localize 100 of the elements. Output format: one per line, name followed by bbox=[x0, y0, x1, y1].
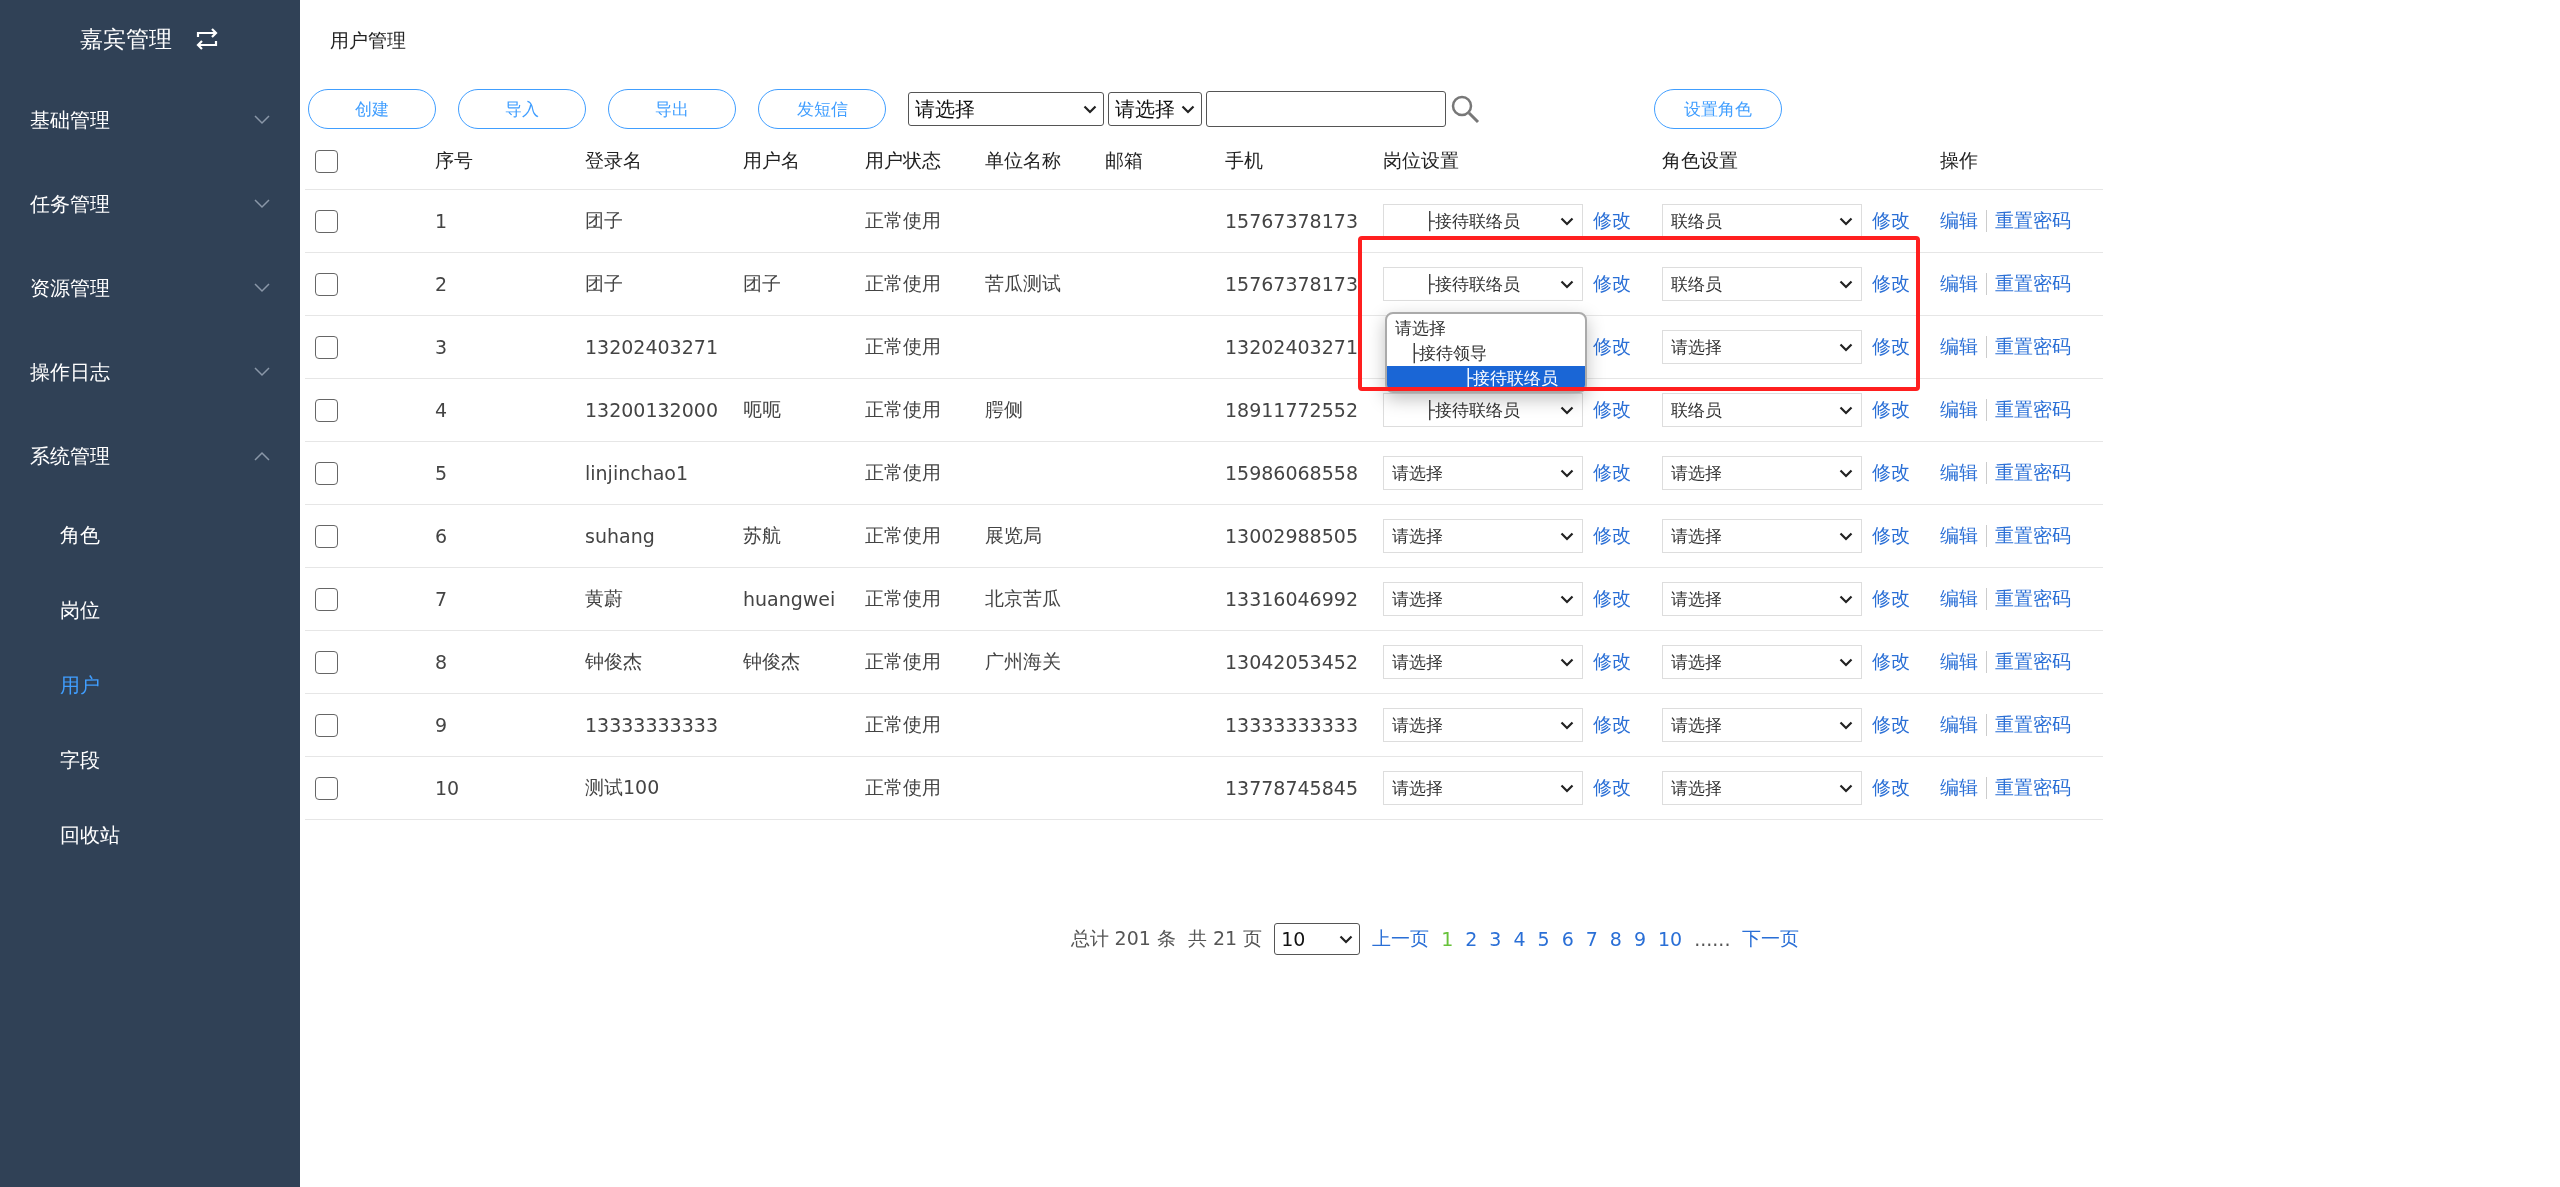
edit-link[interactable]: 编辑 bbox=[1940, 397, 1978, 423]
reset-password-link[interactable]: 重置密码 bbox=[1995, 712, 2071, 738]
row-checkbox[interactable] bbox=[315, 209, 338, 233]
prev-page-link[interactable]: 上一页 bbox=[1372, 926, 1430, 952]
row-checkbox[interactable] bbox=[315, 335, 338, 359]
modify-link[interactable]: 修改 bbox=[1872, 208, 1910, 234]
post-select[interactable]: 请选择 bbox=[1383, 645, 1583, 679]
reset-password-link[interactable]: 重置密码 bbox=[1995, 460, 2071, 486]
page-link[interactable]: 5 bbox=[1537, 928, 1550, 950]
role-select[interactable]: 请选择 bbox=[1662, 771, 1862, 805]
modify-link[interactable]: 修改 bbox=[1593, 586, 1631, 612]
menu-item[interactable]: 任务管理 bbox=[0, 162, 300, 246]
modify-link[interactable]: 修改 bbox=[1593, 649, 1631, 675]
search-icon[interactable] bbox=[1450, 94, 1480, 124]
row-checkbox[interactable] bbox=[315, 272, 338, 296]
post-select[interactable]: ├接待联络员 bbox=[1383, 393, 1583, 427]
edit-link[interactable]: 编辑 bbox=[1940, 271, 1978, 297]
modify-link[interactable]: 修改 bbox=[1872, 523, 1910, 549]
post-select[interactable]: 请选择 bbox=[1383, 519, 1583, 553]
modify-link[interactable]: 修改 bbox=[1872, 334, 1910, 360]
edit-link[interactable]: 编辑 bbox=[1940, 712, 1978, 738]
modify-link[interactable]: 修改 bbox=[1593, 334, 1631, 360]
modify-link[interactable]: 修改 bbox=[1593, 712, 1631, 738]
role-select[interactable]: 联络员 bbox=[1662, 267, 1862, 301]
page-link[interactable]: 4 bbox=[1513, 928, 1526, 950]
dropdown-option[interactable]: ├接待领导 bbox=[1387, 341, 1585, 366]
edit-link[interactable]: 编辑 bbox=[1940, 208, 1978, 234]
role-select[interactable]: 联络员 bbox=[1662, 393, 1862, 427]
post-select[interactable]: 请选择 bbox=[1383, 456, 1583, 490]
row-checkbox[interactable] bbox=[315, 650, 338, 674]
page-link[interactable]: 3 bbox=[1489, 928, 1502, 950]
set-role-button[interactable]: 设置角色 bbox=[1654, 89, 1782, 129]
page-link[interactable]: 7 bbox=[1585, 928, 1598, 950]
page-size-select[interactable]: 10 bbox=[1274, 923, 1361, 955]
reset-password-link[interactable]: 重置密码 bbox=[1995, 775, 2071, 801]
row-checkbox[interactable] bbox=[315, 461, 338, 485]
role-select[interactable]: 请选择 bbox=[1662, 456, 1862, 490]
reset-password-link[interactable]: 重置密码 bbox=[1995, 271, 2071, 297]
select-all-checkbox[interactable] bbox=[315, 149, 338, 173]
reset-password-link[interactable]: 重置密码 bbox=[1995, 208, 2071, 234]
modify-link[interactable]: 修改 bbox=[1593, 208, 1631, 234]
modify-link[interactable]: 修改 bbox=[1593, 775, 1631, 801]
submenu-item[interactable]: 岗位 bbox=[0, 573, 300, 648]
row-checkbox[interactable] bbox=[315, 398, 338, 422]
modify-link[interactable]: 修改 bbox=[1872, 460, 1910, 486]
role-select[interactable]: 请选择 bbox=[1662, 645, 1862, 679]
reset-password-link[interactable]: 重置密码 bbox=[1995, 334, 2071, 360]
next-page-link[interactable]: 下一页 bbox=[1742, 926, 1800, 952]
modify-link[interactable]: 修改 bbox=[1872, 397, 1910, 423]
post-select[interactable]: 请选择 bbox=[1383, 771, 1583, 805]
page-link[interactable]: 8 bbox=[1609, 928, 1622, 950]
menu-item[interactable]: 资源管理 bbox=[0, 246, 300, 330]
row-checkbox[interactable] bbox=[315, 713, 338, 737]
post-select[interactable]: 请选择 bbox=[1383, 708, 1583, 742]
toolbar-button[interactable]: 发短信 bbox=[758, 89, 886, 129]
role-select[interactable]: 联络员 bbox=[1662, 204, 1862, 238]
reset-password-link[interactable]: 重置密码 bbox=[1995, 649, 2071, 675]
toolbar-button[interactable]: 导入 bbox=[458, 89, 586, 129]
modify-link[interactable]: 修改 bbox=[1593, 523, 1631, 549]
role-select[interactable]: 请选择 bbox=[1662, 708, 1862, 742]
post-select[interactable]: ├接待联络员 bbox=[1383, 267, 1583, 301]
filter-select[interactable]: 请选择 bbox=[908, 92, 1104, 126]
edit-link[interactable]: 编辑 bbox=[1940, 334, 1978, 360]
menu-item[interactable]: 操作日志 bbox=[0, 330, 300, 414]
modify-link[interactable]: 修改 bbox=[1872, 586, 1910, 612]
reset-password-link[interactable]: 重置密码 bbox=[1995, 523, 2071, 549]
modify-link[interactable]: 修改 bbox=[1593, 271, 1631, 297]
submenu-item[interactable]: 角色 bbox=[0, 498, 300, 573]
edit-link[interactable]: 编辑 bbox=[1940, 649, 1978, 675]
modify-link[interactable]: 修改 bbox=[1593, 460, 1631, 486]
edit-link[interactable]: 编辑 bbox=[1940, 775, 1978, 801]
toolbar-button[interactable]: 导出 bbox=[608, 89, 736, 129]
role-select[interactable]: 请选择 bbox=[1662, 582, 1862, 616]
row-checkbox[interactable] bbox=[315, 524, 338, 548]
page-link[interactable]: 10 bbox=[1658, 928, 1683, 950]
post-select[interactable]: ├接待联络员 bbox=[1383, 204, 1583, 238]
dropdown-option[interactable]: 请选择 bbox=[1387, 316, 1585, 341]
row-checkbox[interactable] bbox=[315, 587, 338, 611]
role-select[interactable]: 请选择 bbox=[1662, 330, 1862, 364]
role-select[interactable]: 请选择 bbox=[1662, 519, 1862, 553]
search-field[interactable] bbox=[1206, 91, 1446, 127]
edit-link[interactable]: 编辑 bbox=[1940, 523, 1978, 549]
modify-link[interactable]: 修改 bbox=[1872, 649, 1910, 675]
page-link[interactable]: 9 bbox=[1633, 928, 1646, 950]
submenu-item[interactable]: 回收站 bbox=[0, 798, 300, 873]
page-link[interactable]: 2 bbox=[1465, 928, 1478, 950]
reset-password-link[interactable]: 重置密码 bbox=[1995, 397, 2071, 423]
filter-select[interactable]: 请选择 bbox=[1108, 92, 1202, 126]
modify-link[interactable]: 修改 bbox=[1593, 397, 1631, 423]
row-checkbox[interactable] bbox=[315, 776, 338, 800]
modify-link[interactable]: 修改 bbox=[1872, 712, 1910, 738]
page-link[interactable]: 6 bbox=[1561, 928, 1574, 950]
submenu-item[interactable]: 字段 bbox=[0, 723, 300, 798]
menu-item[interactable]: 基础管理 bbox=[0, 78, 300, 162]
menu-item[interactable]: 系统管理 bbox=[0, 414, 300, 498]
toolbar-button[interactable]: 创建 bbox=[308, 89, 436, 129]
modify-link[interactable]: 修改 bbox=[1872, 271, 1910, 297]
post-select[interactable]: 请选择 bbox=[1383, 582, 1583, 616]
modify-link[interactable]: 修改 bbox=[1872, 775, 1910, 801]
submenu-item[interactable]: 用户 bbox=[0, 648, 300, 723]
